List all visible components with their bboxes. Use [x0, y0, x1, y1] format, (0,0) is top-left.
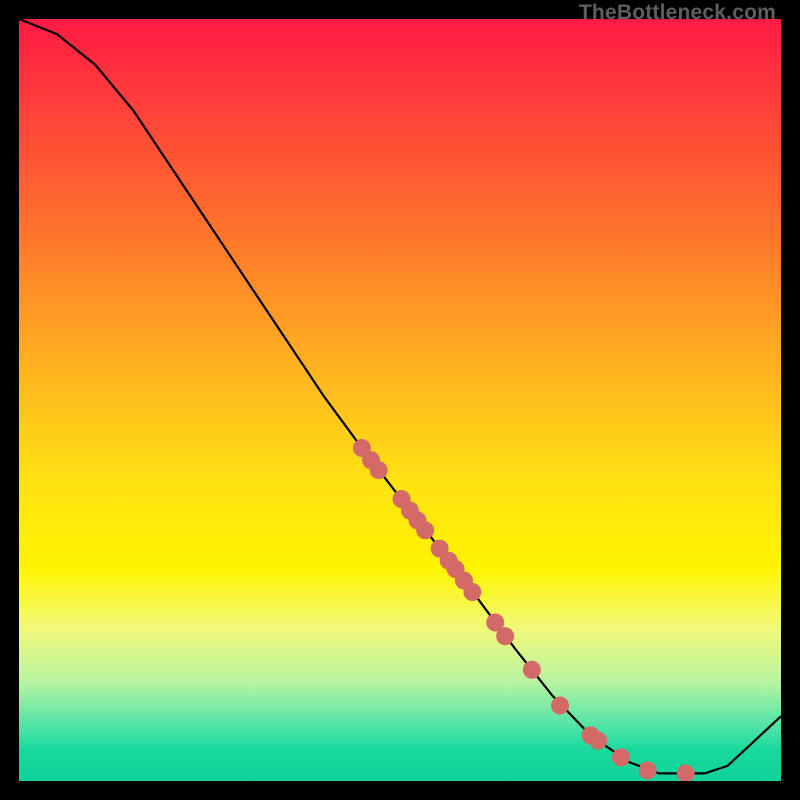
data-marker: [677, 764, 695, 781]
data-marker: [416, 521, 434, 539]
watermark-text: TheBottleneck.com: [579, 1, 776, 25]
data-marker: [523, 661, 541, 679]
data-marker: [612, 748, 630, 766]
data-markers: [353, 439, 695, 781]
data-marker: [370, 461, 388, 479]
data-marker: [551, 697, 569, 715]
data-marker: [639, 761, 657, 779]
data-marker: [463, 583, 481, 601]
chart-svg: [19, 19, 781, 781]
data-marker: [496, 627, 514, 645]
chart-stage: TheBottleneck.com: [0, 0, 800, 800]
data-marker: [589, 732, 607, 750]
bottleneck-curve: [19, 19, 781, 773]
